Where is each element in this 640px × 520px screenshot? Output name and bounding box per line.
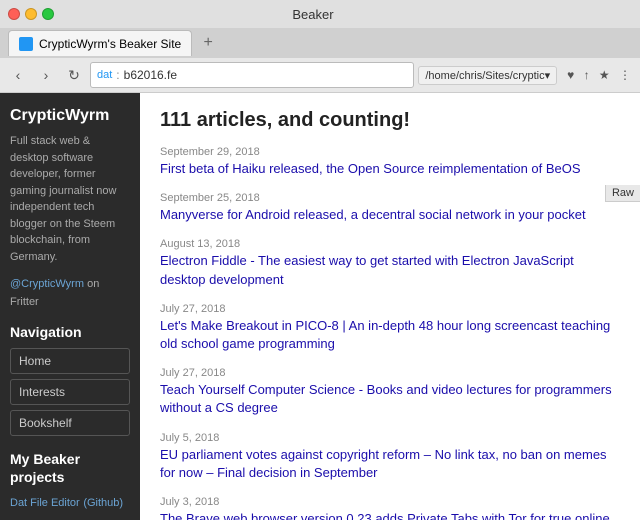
article-date-6: July 3, 2018 xyxy=(160,496,620,508)
article-2: August 13, 2018 Electron Fiddle - The ea… xyxy=(160,238,620,288)
article-date-5: July 5, 2018 xyxy=(160,432,620,444)
sidebar-item-home-label: Home xyxy=(19,354,51,368)
title-bar-left xyxy=(8,8,54,20)
article-link-5[interactable]: EU parliament votes against copyright re… xyxy=(160,447,607,480)
sidebar-item-interests[interactable]: Interests xyxy=(10,379,130,405)
article-date-1: September 25, 2018 xyxy=(160,192,620,204)
back-button[interactable]: ‹ xyxy=(6,63,30,87)
tab-bar: CrypticWyrm's Beaker Site + xyxy=(0,28,640,58)
article-link-4[interactable]: Teach Yourself Computer Science - Books … xyxy=(160,382,612,415)
url-bar[interactable]: dat : b62016.fe xyxy=(90,62,414,88)
sidebar-item-home[interactable]: Home xyxy=(10,348,130,374)
project-github-link[interactable]: (Github) xyxy=(83,497,123,509)
article-4: July 27, 2018 Teach Yourself Computer Sc… xyxy=(160,367,620,417)
projects-section-title: My Beaker projects xyxy=(10,450,130,486)
main-content: 111 articles, and counting! September 29… xyxy=(140,93,640,520)
window-title: Beaker xyxy=(292,7,333,22)
project-link[interactable]: Dat File Editor xyxy=(10,497,80,509)
browser-chrome: Beaker CrypticWyrm's Beaker Site + ‹ › ↻… xyxy=(0,0,640,93)
minimize-button[interactable] xyxy=(25,8,37,20)
article-date-0: September 29, 2018 xyxy=(160,146,620,158)
fritter-handle[interactable]: @CrypticWyrm xyxy=(10,278,84,290)
url-protocol: dat xyxy=(97,69,112,81)
article-0: September 29, 2018 First beta of Haiku r… xyxy=(160,146,620,178)
article-link-0[interactable]: First beta of Haiku released, the Open S… xyxy=(160,161,581,176)
bookmark-actions: ♥ ↑ ★ ⋮ xyxy=(567,68,634,82)
bookmark-icons: ♥ ↑ ★ ⋮ xyxy=(567,68,634,82)
forward-button[interactable]: › xyxy=(34,63,58,87)
article-date-3: July 27, 2018 xyxy=(160,303,620,315)
article-link-2[interactable]: Electron Fiddle - The easiest way to get… xyxy=(160,253,574,286)
url-host: b62016.fe xyxy=(124,68,408,82)
author-name: CrypticWyrm xyxy=(10,107,130,125)
article-link-3[interactable]: Let's Make Breakout in PICO-8 | An in-de… xyxy=(160,318,610,351)
author-description: Full stack web & desktop software develo… xyxy=(10,133,130,265)
sidebar-item-interests-label: Interests xyxy=(19,385,65,399)
bookmark-path[interactable]: /home/chris/Sites/cryptic▾ xyxy=(418,66,557,85)
raw-button[interactable]: Raw xyxy=(605,185,640,202)
article-1: September 25, 2018 Manyverse for Android… xyxy=(160,192,620,224)
article-date-4: July 27, 2018 xyxy=(160,367,620,379)
article-date-2: August 13, 2018 xyxy=(160,238,620,250)
tab-title: CrypticWyrm's Beaker Site xyxy=(39,37,181,51)
main-title: 111 articles, and counting! xyxy=(160,109,620,132)
sidebar-item-bookshelf-label: Bookshelf xyxy=(19,416,72,430)
article-link-1[interactable]: Manyverse for Android released, a decent… xyxy=(160,207,586,222)
article-5: July 5, 2018 EU parliament votes against… xyxy=(160,432,620,482)
tab-favicon xyxy=(19,37,33,51)
sidebar-item-bookshelf[interactable]: Bookshelf xyxy=(10,410,130,436)
close-button[interactable] xyxy=(8,8,20,20)
nav-section-title: Navigation xyxy=(10,324,130,340)
new-tab-button[interactable]: + xyxy=(198,33,218,53)
sidebar: CrypticWyrm Full stack web & desktop sof… xyxy=(0,93,140,520)
article-6: July 3, 2018 The Brave web browser versi… xyxy=(160,496,620,520)
reload-button[interactable]: ↻ xyxy=(62,63,86,87)
title-bar: Beaker xyxy=(0,0,640,28)
nav-bar: ‹ › ↻ dat : b62016.fe /home/chris/Sites/… xyxy=(0,58,640,92)
page-container: CrypticWyrm Full stack web & desktop sof… xyxy=(0,93,640,520)
window-controls xyxy=(8,8,54,20)
bookmark-path-text: /home/chris/Sites/cryptic▾ xyxy=(425,69,550,82)
article-3: July 27, 2018 Let's Make Breakout in PIC… xyxy=(160,303,620,353)
browser-tab[interactable]: CrypticWyrm's Beaker Site xyxy=(8,30,192,56)
fritter-link[interactable]: @CrypticWyrm on Fritter xyxy=(10,275,130,310)
maximize-button[interactable] xyxy=(42,8,54,20)
project-item: Dat File Editor (Github) xyxy=(10,494,130,509)
